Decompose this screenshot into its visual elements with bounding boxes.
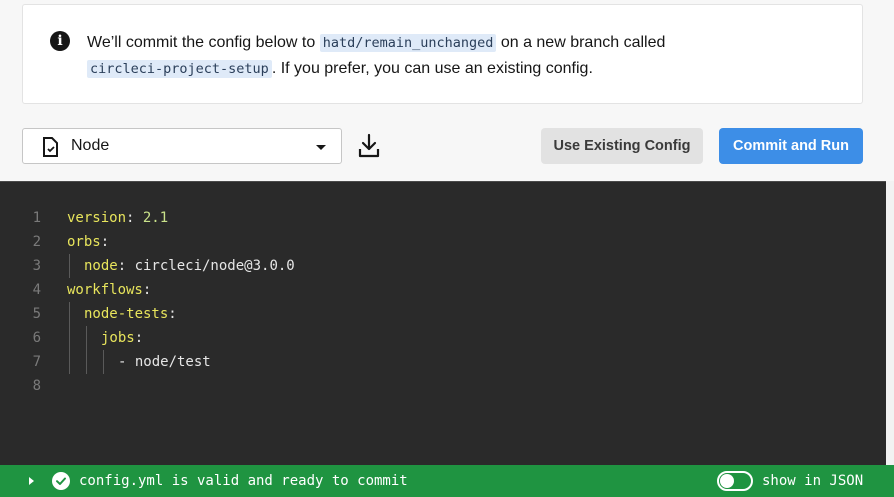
line-number: 3	[32, 258, 41, 274]
yaml-separator: :	[142, 282, 152, 298]
yaml-separator: :	[134, 330, 144, 346]
config-toolbar: Node Use Existing Config Commit and Run	[22, 128, 863, 164]
yaml-list-dash: -	[118, 354, 135, 370]
show-json-label: show in JSON	[762, 473, 864, 489]
info-icon: i	[50, 31, 70, 51]
indent-guide	[103, 350, 104, 374]
new-branch-chip: circleci-project-setup	[87, 60, 272, 78]
check-circle-icon	[52, 472, 70, 490]
chevron-down-icon	[316, 145, 326, 150]
yaml-key: version	[67, 210, 127, 226]
config-file-icon	[43, 137, 58, 157]
indent-guide	[86, 326, 87, 374]
yaml-separator: :	[126, 210, 143, 226]
yaml-key: node	[84, 258, 118, 274]
code-line: 3 node: circleci/node@3.0.0	[0, 254, 886, 278]
yaml-separator: :	[168, 306, 177, 322]
banner-message: We’ll commit the config below to hatd/re…	[87, 30, 827, 82]
yaml-value: 2.1	[142, 210, 169, 226]
code-line: 4 workflows:	[0, 278, 886, 302]
config-editor[interactable]: 1 version: 2.1 2 orbs: 3 node: circleci/…	[0, 181, 886, 465]
indent-guide	[69, 302, 70, 374]
code-line: 8	[0, 374, 886, 398]
show-json-toggle[interactable]	[717, 471, 753, 491]
line-number: 4	[32, 282, 41, 298]
template-select[interactable]: Node	[22, 128, 342, 164]
banner-text-after: . If you prefer, you can use an existing…	[271, 60, 593, 77]
yaml-key: workflows	[67, 282, 143, 298]
code-line: 5 node-tests:	[0, 302, 886, 326]
code-line: 7 - node/test	[0, 350, 886, 374]
indent-guide	[69, 254, 70, 278]
info-banner: i We’ll commit the config below to hatd/…	[22, 4, 863, 104]
line-number: 2	[32, 234, 41, 250]
commit-and-run-button[interactable]: Commit and Run	[719, 128, 863, 164]
chevron-right-icon[interactable]	[29, 477, 34, 485]
download-icon[interactable]	[357, 133, 381, 159]
yaml-value: node/test	[134, 354, 211, 370]
yaml-separator: :	[117, 258, 135, 274]
yaml-key: node-tests	[84, 306, 169, 322]
line-number: 8	[32, 378, 41, 394]
toggle-knob	[720, 474, 734, 488]
banner-text-before: We’ll commit the config below to	[87, 34, 320, 51]
yaml-key: jobs	[101, 330, 135, 346]
code-line: 1 version: 2.1	[0, 206, 886, 230]
line-number: 1	[32, 210, 41, 226]
yaml-key: orbs	[67, 234, 101, 250]
code-line: 2 orbs:	[0, 230, 886, 254]
line-number: 5	[32, 306, 41, 322]
editor-scrollbar[interactable]	[886, 181, 894, 465]
banner-text-middle: on a new branch called	[496, 34, 666, 51]
validation-status-bar: config.yml is valid and ready to commit …	[0, 465, 894, 497]
yaml-value: circleci/node@3.0.0	[134, 258, 295, 274]
line-number: 6	[32, 330, 41, 346]
template-select-value: Node	[71, 137, 110, 154]
line-number: 7	[32, 354, 41, 370]
use-existing-config-button[interactable]: Use Existing Config	[541, 128, 703, 164]
code-line: 6 jobs:	[0, 326, 886, 350]
current-branch-chip: hatd/remain_unchanged	[319, 34, 497, 52]
validation-message: config.yml is valid and ready to commit	[79, 473, 408, 489]
yaml-separator: :	[100, 234, 110, 250]
